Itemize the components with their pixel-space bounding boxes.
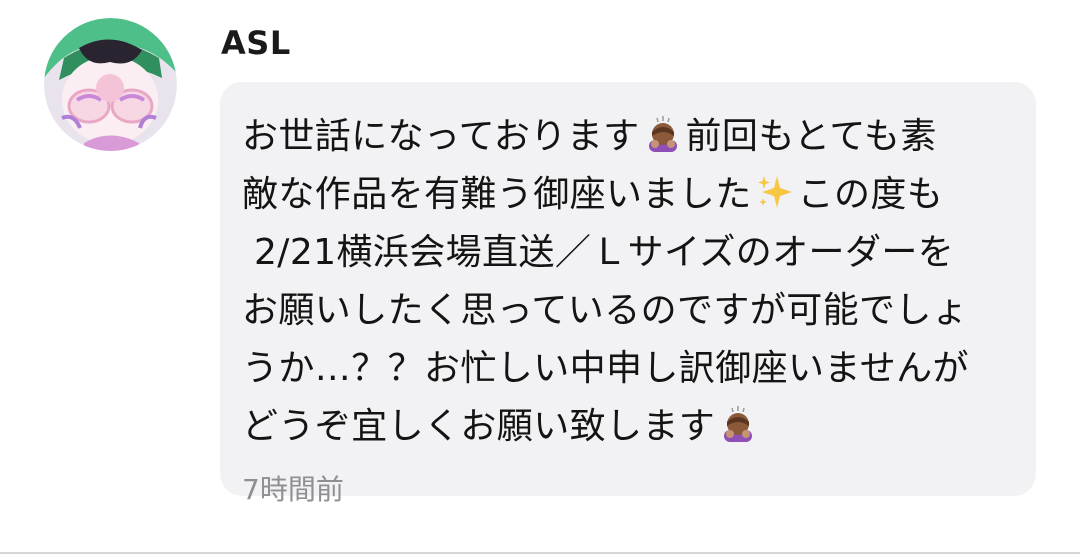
message-segment: 前回もとても素 [685,116,937,157]
message-line: お願いしたく思っているのですが可能でしょ [242,290,969,331]
sender-name[interactable]: ASL [221,24,291,62]
message-line: うか…？？お忙しい中申し訳御座いませんが [242,348,969,389]
message-segment: この度も [797,174,944,215]
message-segment: 敵な作品を有難う御座いました [242,174,752,215]
message-segment: どうぞ宜しくお願い致します [242,406,716,447]
message-text: お世話になっております 前回もとても素 敵な作品を有難う御座いました この度も 2/… [242,108,1016,456]
chat-screen: ASL お世話になっております 前回もとても素 敵な作品を有難う御座いました この度… [0,0,1080,554]
message-line: 敵な作品を有難う御座いました この度も [242,166,1016,224]
sparkles-emoji-icon [755,172,795,212]
message-line: 2/21横浜会場直送／Ｌサイズのオーダーを [254,232,955,273]
sender-avatar[interactable] [44,18,177,151]
avatar-image [44,18,177,151]
message-timestamp: 7時間前 [242,473,344,506]
bowing-woman-emoji-icon [643,114,683,154]
bowing-woman-emoji-icon [718,404,758,444]
message-segment: お世話になっております [242,116,640,157]
message-line: お世話になっております 前回もとても素 [242,108,1016,166]
message-line: どうぞ宜しくお願い致します [242,398,1016,456]
message-bubble: お世話になっております 前回もとても素 敵な作品を有難う御座いました この度も 2/… [220,82,1036,506]
